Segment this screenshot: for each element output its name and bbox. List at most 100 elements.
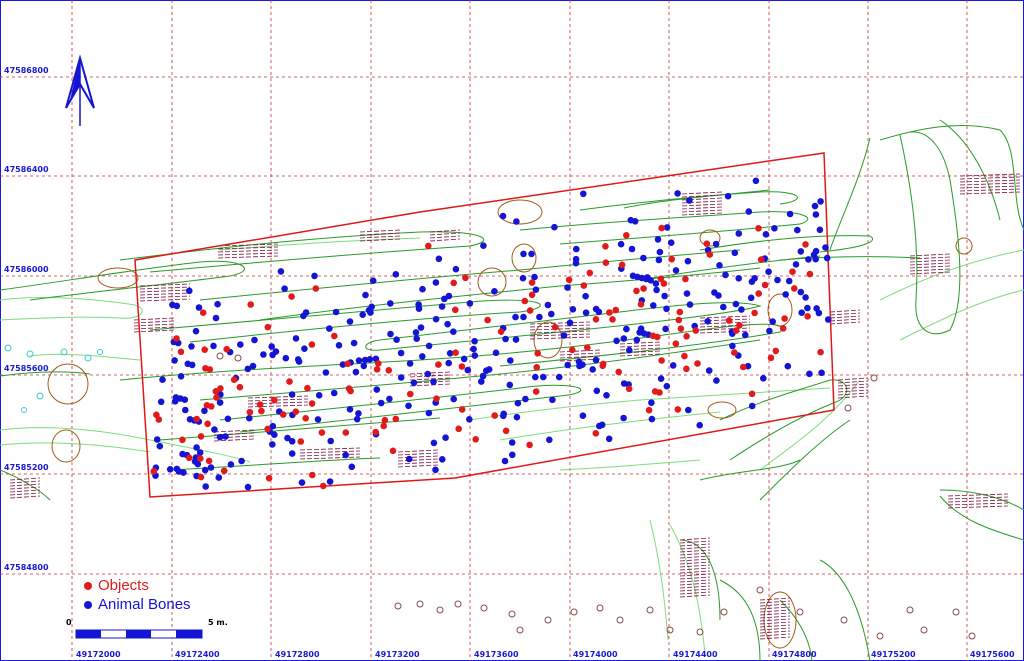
animal-bone-point — [227, 461, 235, 468]
object-point — [450, 279, 458, 287]
animal-bone-points — [152, 177, 832, 491]
animal-bone-point — [555, 373, 563, 381]
object-point — [246, 408, 254, 416]
animal-bone-point — [397, 349, 405, 357]
stone-outline — [596, 604, 604, 612]
animal-bone-point — [214, 300, 221, 308]
light-green-features — [0, 237, 1024, 656]
animal-bone-point — [655, 256, 663, 264]
animal-bone-point — [282, 354, 290, 362]
stone-outline — [870, 374, 878, 382]
object-point — [675, 316, 683, 324]
object-point — [534, 350, 541, 357]
animal-bone-point — [499, 212, 507, 220]
animal-bone-point — [288, 391, 296, 398]
animal-bone-point — [350, 339, 358, 347]
animal-bone-point — [360, 362, 368, 370]
animal-bone-point — [582, 309, 590, 317]
animal-bone-point — [667, 239, 675, 246]
animal-bone-point — [592, 305, 600, 313]
animal-bone-point — [501, 457, 509, 465]
x-tick-label: 49174000 — [573, 650, 618, 659]
stone-outline — [646, 606, 654, 614]
object-point — [308, 341, 316, 348]
object-point — [230, 376, 238, 384]
animal-bone-point — [202, 483, 209, 490]
animal-bone-point — [589, 366, 596, 373]
animal-bone-point — [348, 463, 356, 471]
animal-bone-point — [442, 434, 449, 442]
y-tick-label: 47586800 — [4, 66, 49, 75]
object-point — [150, 467, 158, 475]
animal-bone-point — [520, 313, 527, 321]
animal-bone-point — [300, 312, 307, 320]
object-point — [318, 429, 326, 436]
animal-bone-point — [452, 265, 460, 273]
animal-bone-point — [425, 342, 433, 350]
object-point — [817, 348, 824, 356]
animal-bone-point — [686, 197, 693, 204]
animal-bone-point — [514, 399, 522, 407]
object-point — [208, 403, 215, 410]
object-point — [309, 471, 316, 479]
animal-bone-point — [322, 369, 330, 376]
animal-bone-point — [201, 466, 209, 474]
animal-bone-point — [368, 303, 376, 311]
animal-bone-point — [663, 305, 670, 313]
object-point — [179, 436, 186, 444]
object-point — [256, 401, 264, 408]
object-point — [633, 287, 640, 295]
animal-bone-point — [792, 261, 800, 268]
object-point — [761, 281, 769, 289]
animal-bone-point — [735, 230, 743, 237]
animal-bone-point — [661, 292, 668, 300]
object-point — [381, 416, 389, 424]
animal-bone-point — [471, 352, 479, 359]
object-point — [674, 406, 682, 413]
object-point — [220, 467, 228, 475]
animal-bone-point — [362, 291, 369, 299]
animal-bone-point — [173, 302, 181, 310]
animal-bone-point — [603, 392, 610, 399]
object-point — [625, 385, 633, 393]
stone-outline — [920, 626, 928, 634]
object-point — [658, 357, 665, 364]
hatched-patch — [829, 309, 861, 325]
object-point — [599, 360, 607, 368]
animal-bone-point — [237, 341, 244, 348]
animal-bone-point — [716, 262, 723, 269]
animal-bone-point — [724, 192, 732, 200]
animal-bone-point — [311, 272, 318, 280]
animal-bone-point — [314, 416, 322, 423]
animal-bone-point — [238, 457, 245, 465]
stone-outline — [844, 404, 852, 412]
animal-bone-point — [540, 373, 547, 381]
animal-bone-point — [786, 210, 794, 218]
animal-bone-point — [450, 328, 457, 336]
animal-bone-point — [512, 336, 520, 343]
animal-bone-point — [180, 469, 187, 476]
animal-bone-point — [711, 289, 718, 296]
animal-bone-point — [366, 356, 374, 363]
animal-bone-point — [811, 202, 819, 210]
animal-bone-point — [564, 284, 571, 291]
object-point — [372, 428, 380, 436]
animal-bone-point — [560, 332, 568, 339]
object-point — [656, 389, 663, 396]
animal-bone-point — [406, 360, 414, 367]
object-point — [592, 316, 600, 323]
object-point — [615, 368, 622, 376]
animal-bone-point — [315, 392, 323, 399]
animal-bone-point — [439, 456, 446, 463]
object-point — [502, 427, 510, 435]
object-point — [345, 385, 353, 392]
object-point — [271, 396, 278, 404]
stone-outline — [436, 606, 444, 614]
object-point — [297, 438, 305, 445]
object-point — [201, 346, 208, 354]
y-tick-label: 47586400 — [4, 165, 49, 174]
object-point — [802, 241, 809, 248]
x-tick-label: 49175600 — [970, 650, 1015, 659]
hatched-patch — [397, 449, 439, 468]
animal-bone-point — [269, 441, 276, 448]
